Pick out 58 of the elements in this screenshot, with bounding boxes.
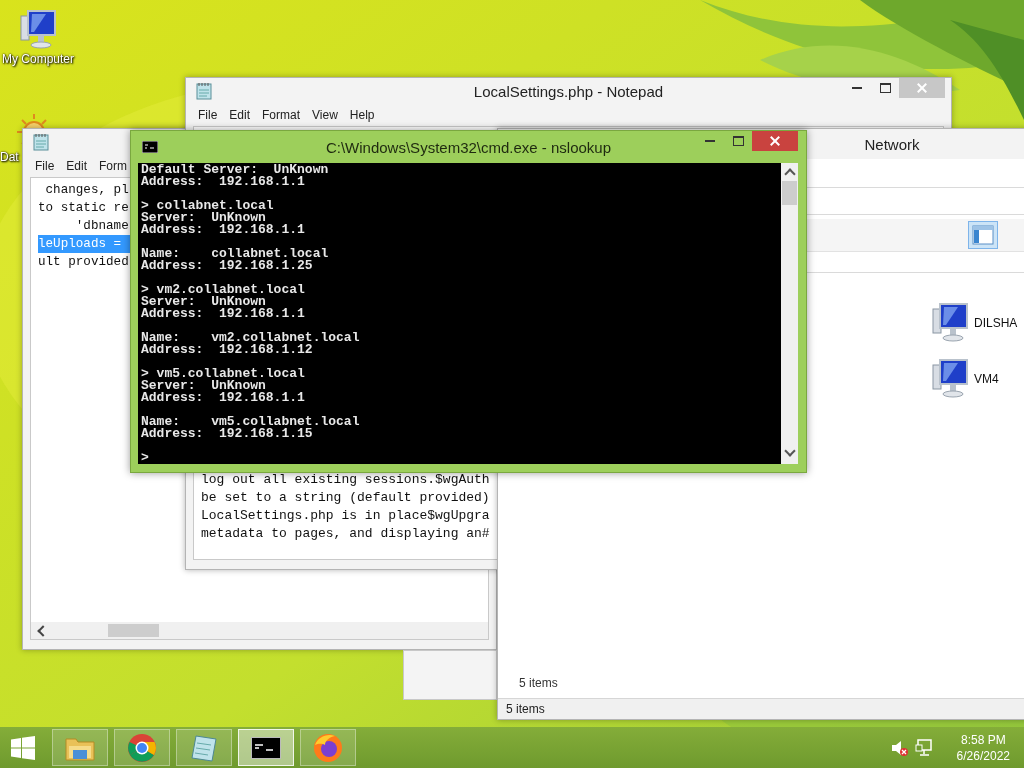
computer-icon: [18, 8, 58, 52]
console-line: Server: UnKnown: [141, 380, 266, 392]
console-line: > vm5.collabnet.local: [141, 368, 306, 380]
console-line: Address: 192.168.1.1: [141, 308, 306, 320]
text-line: to static re: [38, 200, 129, 217]
console-line: >: [141, 452, 150, 464]
console-line: Name: collabnet.local: [141, 248, 330, 260]
menu-item[interactable]: Edit: [223, 106, 257, 124]
text-line: be set to a string (default provided): [201, 489, 490, 507]
computer-icon: [930, 357, 970, 401]
console-line: > vm2.collabnet.local: [141, 284, 306, 296]
console-line: Name: vm2.collabnet.local: [141, 332, 361, 344]
menu-item[interactable]: Help: [343, 106, 381, 124]
text-line: metadata to pages, and displaying an#: [201, 525, 490, 543]
console-line: Address: 192.168.1.1: [141, 392, 306, 404]
text-line: LocalSettings.php is in place$wgUpgra: [201, 507, 490, 525]
vertical-scrollbar[interactable]: [781, 163, 798, 464]
notepad-icon: [196, 82, 212, 100]
console-line: Default Server: UnKnown: [141, 164, 330, 176]
browser-icon: [313, 732, 343, 763]
network-item-label[interactable]: DILSHA: [974, 316, 1018, 330]
computer-icon: [930, 301, 970, 345]
item-count: 5 items: [518, 676, 559, 692]
console-icon: [251, 736, 281, 759]
horizontal-scrollbar[interactable]: [30, 622, 489, 640]
text-line: log out all existing sessions.$wgAuth: [201, 471, 490, 489]
console-icon: [142, 141, 158, 153]
window-title: LocalSettings.php - Notepad: [473, 82, 664, 100]
text-line: ult provided: [38, 254, 129, 271]
text-line: 'dbname: [74, 218, 129, 235]
notepad-icon: [33, 133, 49, 151]
menu-item[interactable]: View: [306, 106, 344, 124]
console-line: Name: vm5.collabnet.local: [141, 416, 361, 428]
console-line: Address: 192.168.1.1: [141, 224, 306, 236]
status-text: 5 items: [506, 702, 545, 716]
console-line: Server: UnKnown: [141, 296, 266, 308]
menu-item[interactable]: File: [29, 157, 61, 175]
console-line: Address: 192.168.1.15: [141, 428, 314, 440]
notepad-icon: [190, 732, 218, 763]
console-line: Address: 192.168.1.12: [141, 344, 314, 356]
volume-muted-icon[interactable]: [890, 738, 909, 757]
browser-icon: [127, 732, 157, 763]
menu-item[interactable]: Form: [93, 157, 134, 175]
details-pane-button[interactable]: [968, 221, 998, 249]
console-line: Server: UnKnown: [141, 212, 266, 224]
pane-icon: [972, 225, 994, 245]
text-line: changes, pl: [44, 182, 129, 199]
console-line: Address: 192.168.1.25: [141, 260, 314, 272]
taskbar-app-button[interactable]: [238, 729, 294, 766]
menu-item[interactable]: File: [192, 106, 224, 124]
close-button[interactable]: [752, 131, 798, 151]
network-icon[interactable]: [914, 738, 933, 757]
menu-item[interactable]: Format: [256, 106, 307, 124]
console-line: > collabnet.local: [141, 200, 275, 212]
console-line: Address: 192.168.1.1: [141, 176, 306, 188]
start-icon: [11, 735, 35, 760]
network-item-label[interactable]: VM4: [974, 372, 999, 386]
menu-item[interactable]: Edit: [60, 157, 94, 175]
